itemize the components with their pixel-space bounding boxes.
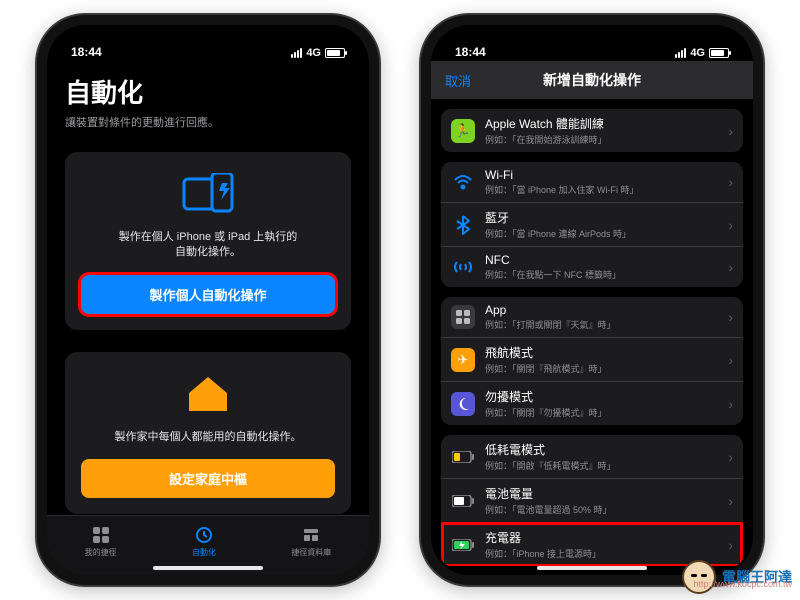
phone-right: 18:44 4G 取消 新增自動化操作 🏃 Apple Watch 體能訓練 — [421, 15, 763, 585]
running-icon: 🏃 — [451, 119, 475, 143]
chevron-right-icon: › — [728, 309, 733, 325]
status-time: 18:44 — [71, 45, 102, 59]
trigger-bluetooth[interactable]: 藍牙 例如：「當 iPhone 連線 AirPods 時」 › — [441, 202, 743, 246]
grid-icon — [91, 525, 111, 545]
page-subtitle: 讓裝置對條件的更動進行回應。 — [65, 114, 351, 130]
tab-label: 捷徑資料庫 — [291, 547, 331, 558]
home-indicator — [153, 566, 263, 570]
gallery-icon — [301, 525, 321, 545]
trigger-do-not-disturb[interactable]: 勿擾模式 例如：「關閉『勿擾模式』時」 › — [441, 381, 743, 425]
automation-icon — [194, 525, 214, 545]
charger-icon — [451, 533, 475, 557]
carrier-label: 4G — [690, 47, 705, 59]
bluetooth-icon — [451, 213, 475, 237]
signal-icon — [675, 48, 686, 58]
chevron-right-icon: › — [728, 396, 733, 412]
airplane-icon: ✈ — [451, 348, 475, 372]
nav-bar: 取消 新增自動化操作 — [431, 61, 753, 99]
phone-left: 18:44 4G 自動化 讓裝置對條件的更動進行回應。 — [37, 15, 379, 585]
chevron-right-icon: › — [728, 449, 733, 465]
card1-desc-line2: 自動化操作。 — [81, 245, 335, 260]
create-personal-automation-button[interactable]: 製作個人自動化操作 — [81, 275, 335, 314]
trigger-apple-watch-workout[interactable]: 🏃 Apple Watch 體能訓練 例如：「在我開始游泳訓練時」 › — [441, 109, 743, 152]
tab-gallery[interactable]: 捷徑資料庫 — [291, 525, 331, 558]
trigger-nfc[interactable]: NFC 例如：「在我點一下 NFC 標籤時」 › — [441, 246, 743, 287]
trigger-battery-level[interactable]: 電池電量 例如：「電池電量超過 50% 時」 › — [441, 478, 743, 522]
tab-label: 我的捷徑 — [85, 547, 117, 558]
signal-icon — [291, 48, 302, 58]
trigger-wifi[interactable]: Wi-Fi 例如：「當 iPhone 加入住家 Wi-Fi 時」 › — [441, 162, 743, 202]
chevron-right-icon: › — [728, 352, 733, 368]
tab-automation[interactable]: 自動化 — [192, 525, 216, 558]
wifi-icon — [451, 170, 475, 194]
chevron-right-icon: › — [728, 493, 733, 509]
watermark-url: http://www.kocpc.com.tw — [693, 579, 792, 589]
chevron-right-icon: › — [728, 217, 733, 233]
trigger-app[interactable]: App 例如：「打開或關閉『天氣』時」 › — [441, 297, 743, 337]
tab-label: 自動化 — [192, 547, 216, 558]
page-title: 自動化 — [65, 73, 351, 110]
notch — [133, 25, 283, 47]
battery-icon — [325, 48, 345, 58]
nav-title: 新增自動化操作 — [543, 70, 641, 90]
trigger-airplane-mode[interactable]: ✈ 飛航模式 例如：「關閉『飛航模式』時」 › — [441, 337, 743, 381]
personal-automation-card: 製作在個人 iPhone 或 iPad 上執行的 自動化操作。 製作個人自動化操… — [65, 152, 351, 330]
notch — [517, 25, 667, 47]
setup-home-hub-button[interactable]: 設定家庭中樞 — [81, 459, 335, 498]
card1-desc-line1: 製作在個人 iPhone 或 iPad 上執行的 — [81, 230, 335, 245]
card2-desc: 製作家中每個人都能用的自動化操作。 — [81, 430, 335, 445]
chevron-right-icon: › — [728, 123, 733, 139]
chevron-right-icon: › — [728, 537, 733, 553]
battery-level-icon — [451, 489, 475, 513]
watermark: 電腦王阿達 http://www.kocpc.com.tw — [682, 560, 792, 594]
chevron-right-icon: › — [728, 259, 733, 275]
device-icon — [178, 170, 238, 220]
trigger-list[interactable]: 🏃 Apple Watch 體能訓練 例如：「在我開始游泳訓練時」 › — [431, 99, 753, 575]
carrier-label: 4G — [306, 47, 321, 59]
home-indicator — [537, 566, 647, 570]
home-icon — [178, 370, 238, 420]
battery-icon — [709, 48, 729, 58]
app-icon — [451, 305, 475, 329]
nfc-icon — [451, 255, 475, 279]
low-power-icon — [451, 445, 475, 469]
cancel-button[interactable]: 取消 — [445, 71, 471, 90]
trigger-low-power-mode[interactable]: 低耗電模式 例如：「開啟『低耗電模式』時」 › — [441, 435, 743, 478]
home-automation-card: 製作家中每個人都能用的自動化操作。 設定家庭中樞 — [65, 352, 351, 514]
tab-my-shortcuts[interactable]: 我的捷徑 — [85, 525, 117, 558]
moon-icon — [451, 392, 475, 416]
status-time: 18:44 — [455, 45, 486, 59]
chevron-right-icon: › — [728, 174, 733, 190]
